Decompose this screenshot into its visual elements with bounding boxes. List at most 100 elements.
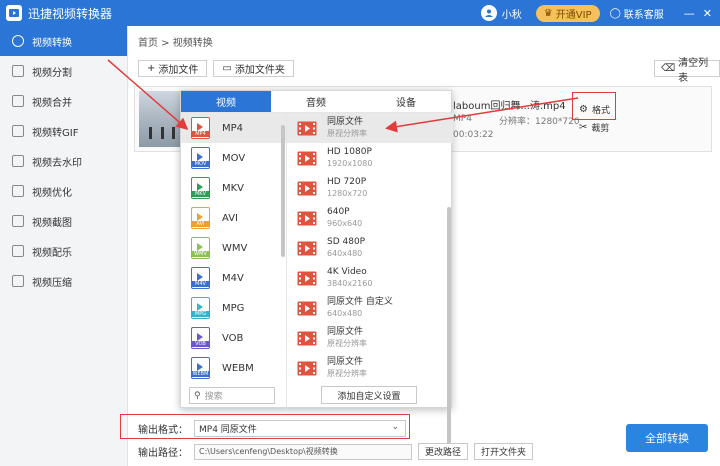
vip-label: 开通VIP <box>555 9 592 21</box>
output-path-field[interactable]: C:\Users\cenfeng\Desktop\视频转换 <box>194 443 412 460</box>
format-search-input[interactable]: ⚲ 搜索 <box>189 387 275 404</box>
minimize-button[interactable]: — <box>684 7 695 20</box>
convert-all-button[interactable]: 全部转换 <box>626 424 708 452</box>
resolution-option[interactable]: 4K Video 3840x2160 <box>287 263 453 293</box>
video-file-icon: MKV <box>191 177 210 199</box>
tab-audio[interactable]: 音频 <box>271 91 361 112</box>
clear-list-button[interactable]: ⌫ 清空列表 <box>654 58 720 84</box>
format-item-webm[interactable]: WEBM WEBM <box>181 353 286 383</box>
format-item-avi[interactable]: AVI AVI <box>181 203 286 233</box>
format-item-mkv[interactable]: MKV MKV <box>181 173 286 203</box>
film-icon <box>297 151 317 166</box>
user-name[interactable]: 小秋 <box>502 6 522 21</box>
change-path-button[interactable]: 更改路径 <box>418 443 469 460</box>
add-file-label: 添加文件 <box>158 65 199 76</box>
optimize-icon <box>12 185 24 197</box>
output-path-row: 输出路径： C:\Users\cenfeng\Desktop\视频转换 更改路径… <box>138 443 539 460</box>
format-item-mp4[interactable]: MP4 MP4 <box>181 113 286 143</box>
annotation-box-format-button <box>572 92 616 120</box>
resolution-option[interactable]: SD 480P 640x480 <box>287 233 453 263</box>
video-file-icon: VOB <box>191 327 210 349</box>
convert-icon <box>12 35 24 47</box>
output-path-label: 输出路径： <box>138 448 188 459</box>
file-format: MP4 <box>453 114 472 124</box>
resolution-option[interactable]: HD 720P 1280x720 <box>287 173 453 203</box>
format-item-m4v[interactable]: M4V M4V <box>181 263 286 293</box>
format-item-wmv[interactable]: WMV WMV <box>181 233 286 263</box>
contact-service-button[interactable]: ◯ 联系客服 <box>610 6 664 21</box>
sidebar-item-label: 视频去水印 <box>32 157 82 169</box>
merge-icon <box>12 95 24 107</box>
video-file-icon: MPG <box>191 297 210 319</box>
clear-list-label: 清空列表 <box>678 57 709 84</box>
format-item-label: AVI <box>222 212 238 224</box>
sidebar: 视频转换 视频分割 视频合并 视频转GIF 视频去水印 视频优化 视频截图 视频… <box>0 26 128 466</box>
screenshot-icon <box>12 215 24 227</box>
tab-video[interactable]: 视频 <box>181 91 271 112</box>
format-item-label: WEBM <box>222 362 254 374</box>
format-item-vob[interactable]: VOB VOB <box>181 323 286 353</box>
sidebar-item-label: 视频转GIF <box>32 127 79 139</box>
user-avatar-icon[interactable] <box>480 5 497 21</box>
video-file-icon: WMV <box>191 237 210 259</box>
toolbar: + 添加文件 ▭ 添加文件夹 <box>138 60 300 77</box>
resolution-option[interactable]: 同原文件 原视分辨率 <box>287 353 453 383</box>
resolution-option-subtitle: 原视分辨率 <box>327 339 367 348</box>
format-item-mpg[interactable]: MPG MPG <box>181 293 286 323</box>
tab-device[interactable]: 设备 <box>361 91 451 112</box>
film-icon <box>297 271 317 286</box>
open-folder-button[interactable]: 打开文件夹 <box>474 443 534 460</box>
video-file-icon: WEBM <box>191 357 210 379</box>
sidebar-item-video-screenshot[interactable]: 视频截图 <box>0 206 127 236</box>
format-item-label: MP4 <box>222 122 244 134</box>
add-folder-button[interactable]: ▭ 添加文件夹 <box>213 60 294 77</box>
resolution-option-subtitle: 原视分辨率 <box>327 129 367 138</box>
watermark-icon <box>12 155 24 167</box>
file-duration: 00:03:22 <box>453 130 494 140</box>
sidebar-item-label: 视频转换 <box>32 37 72 49</box>
add-custom-setting-button[interactable]: 添加自定义设置 <box>321 386 417 404</box>
video-file-icon: MP4 <box>191 117 210 139</box>
trash-icon: ⌫ <box>661 63 676 74</box>
clip-label: 裁剪 <box>591 124 610 134</box>
format-item-label: M4V <box>222 272 244 284</box>
sidebar-item-remove-watermark[interactable]: 视频去水印 <box>0 146 127 176</box>
resolution-option[interactable]: 同原文件 自定义 640x480 <box>287 293 453 323</box>
sidebar-item-video-optimize[interactable]: 视频优化 <box>0 176 127 206</box>
resolution-option[interactable]: 同原文件 原视分辨率 <box>287 323 453 353</box>
format-item-mov[interactable]: MOV MOV <box>181 143 286 173</box>
resolution-list-scrollbar[interactable] <box>447 207 451 455</box>
format-item-label: MKV <box>222 182 245 194</box>
format-list-scrollbar[interactable] <box>281 125 285 257</box>
annotation-box-output-format <box>120 414 410 439</box>
add-folder-label: 添加文件夹 <box>234 65 285 76</box>
film-icon <box>297 301 317 316</box>
close-button[interactable]: ✕ <box>703 7 712 20</box>
sidebar-item-label: 视频合并 <box>32 97 72 109</box>
service-label: 联系客服 <box>623 9 664 21</box>
resolution-option-title: HD 1080P <box>327 147 372 157</box>
video-file-icon: M4V <box>191 267 210 289</box>
resolution-option[interactable]: 同原文件 原视分辨率 <box>287 113 453 143</box>
sidebar-item-video-convert[interactable]: 视频转换 <box>0 26 127 56</box>
folder-icon: ▭ <box>222 63 232 74</box>
sidebar-item-video-gif[interactable]: 视频转GIF <box>0 116 127 146</box>
sidebar-item-video-split[interactable]: 视频分割 <box>0 56 127 86</box>
resolution-option-title: HD 720P <box>327 177 367 187</box>
resolution-option-title: 同原文件 <box>327 117 364 127</box>
format-item-label: MPG <box>222 302 245 314</box>
resolution-list: 同原文件 原视分辨率 HD 1080P 1920x1080 HD 720P 1280x72… <box>287 113 453 409</box>
resolution-option[interactable]: HD 1080P 1920x1080 <box>287 143 453 173</box>
sidebar-item-video-music[interactable]: 视频配乐 <box>0 236 127 266</box>
resolution-option-subtitle: 3840x2160 <box>327 279 373 288</box>
video-thumbnail <box>139 91 183 147</box>
sidebar-item-video-compress[interactable]: 视频压缩 <box>0 266 127 296</box>
add-file-button[interactable]: + 添加文件 <box>138 60 208 77</box>
open-vip-button[interactable]: ♛ 开通VIP <box>535 4 600 22</box>
sidebar-item-video-merge[interactable]: 视频合并 <box>0 86 127 116</box>
resolution-option[interactable]: 640P 960x640 <box>287 203 453 233</box>
resolution-option-title: SD 480P <box>327 237 366 247</box>
split-icon <box>12 65 24 77</box>
clip-button[interactable]: ✂ 裁剪 <box>579 121 609 134</box>
film-icon <box>297 361 317 376</box>
